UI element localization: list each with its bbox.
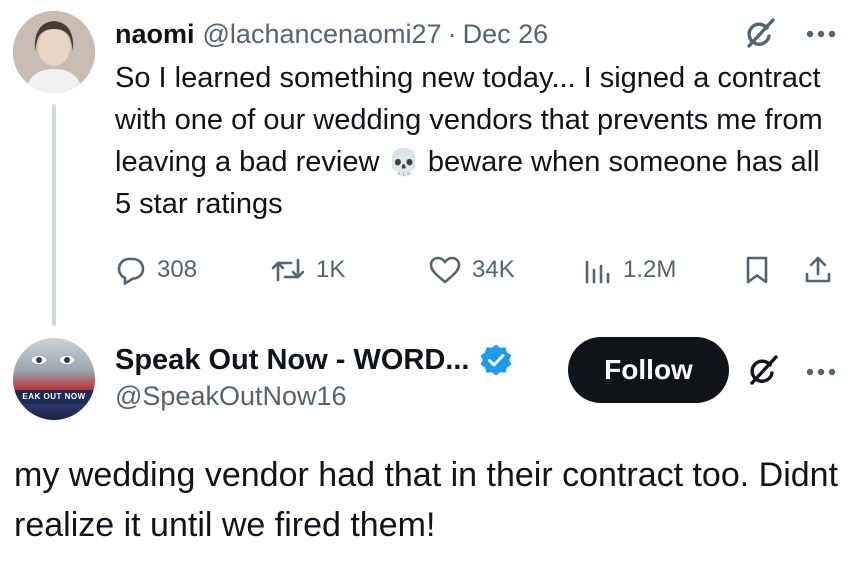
tweet2-name-row: Speak Out Now - WORD... (115, 340, 513, 380)
skull-emoji: 💀 (387, 147, 420, 177)
reply-button[interactable]: 308 (115, 250, 197, 290)
like-button[interactable]: 34K (428, 250, 515, 290)
more-icon[interactable] (800, 14, 842, 54)
tweet1-separator: · (447, 18, 457, 49)
analytics-icon (583, 255, 613, 285)
tweet1-handle[interactable]: @lachancenaomi27 (203, 19, 442, 50)
thread-connector-line (52, 104, 56, 326)
verified-badge-icon[interactable] (479, 343, 513, 377)
repost-button[interactable]: 1K (270, 250, 345, 290)
follow-button[interactable]: Follow (568, 337, 729, 403)
avatar-speakoutnow[interactable]: EAK OUT NOW (13, 338, 95, 420)
grok-icon[interactable] (739, 14, 779, 54)
bookmark-button[interactable] (743, 250, 771, 290)
views-button[interactable]: 1.2M (583, 250, 676, 290)
share-icon (803, 254, 833, 286)
views-count: 1.2M (623, 256, 677, 283)
more-icon[interactable] (800, 352, 842, 392)
bookmark-icon (743, 254, 771, 286)
tweet1-text: So I learned something new today... I si… (115, 57, 835, 225)
tweet1-header: naomi @lachancenaomi27 · Dec 26 (115, 14, 548, 54)
reply-icon (115, 254, 147, 286)
repost-count: 1K (316, 256, 346, 283)
repost-icon (270, 255, 306, 285)
tweet1-date[interactable]: Dec 26 (463, 19, 549, 50)
tweet2-handle[interactable]: @SpeakOutNow16 (115, 381, 347, 412)
reply-count: 308 (157, 256, 198, 283)
tweet2-author-name[interactable]: Speak Out Now - WORD... (115, 344, 469, 377)
tweet1-action-bar: 308 1K 34K 1.2M (115, 250, 845, 290)
tweet1-author-name[interactable]: naomi (115, 19, 195, 50)
heart-icon (428, 255, 462, 285)
avatar-naomi[interactable] (13, 11, 95, 93)
tweet2-text: my wedding vendor had that in their cont… (14, 456, 839, 544)
grok-icon[interactable] (742, 349, 782, 393)
like-count: 34K (472, 256, 515, 283)
share-button[interactable] (803, 250, 833, 290)
avatar-caption: EAK OUT NOW (13, 390, 95, 404)
